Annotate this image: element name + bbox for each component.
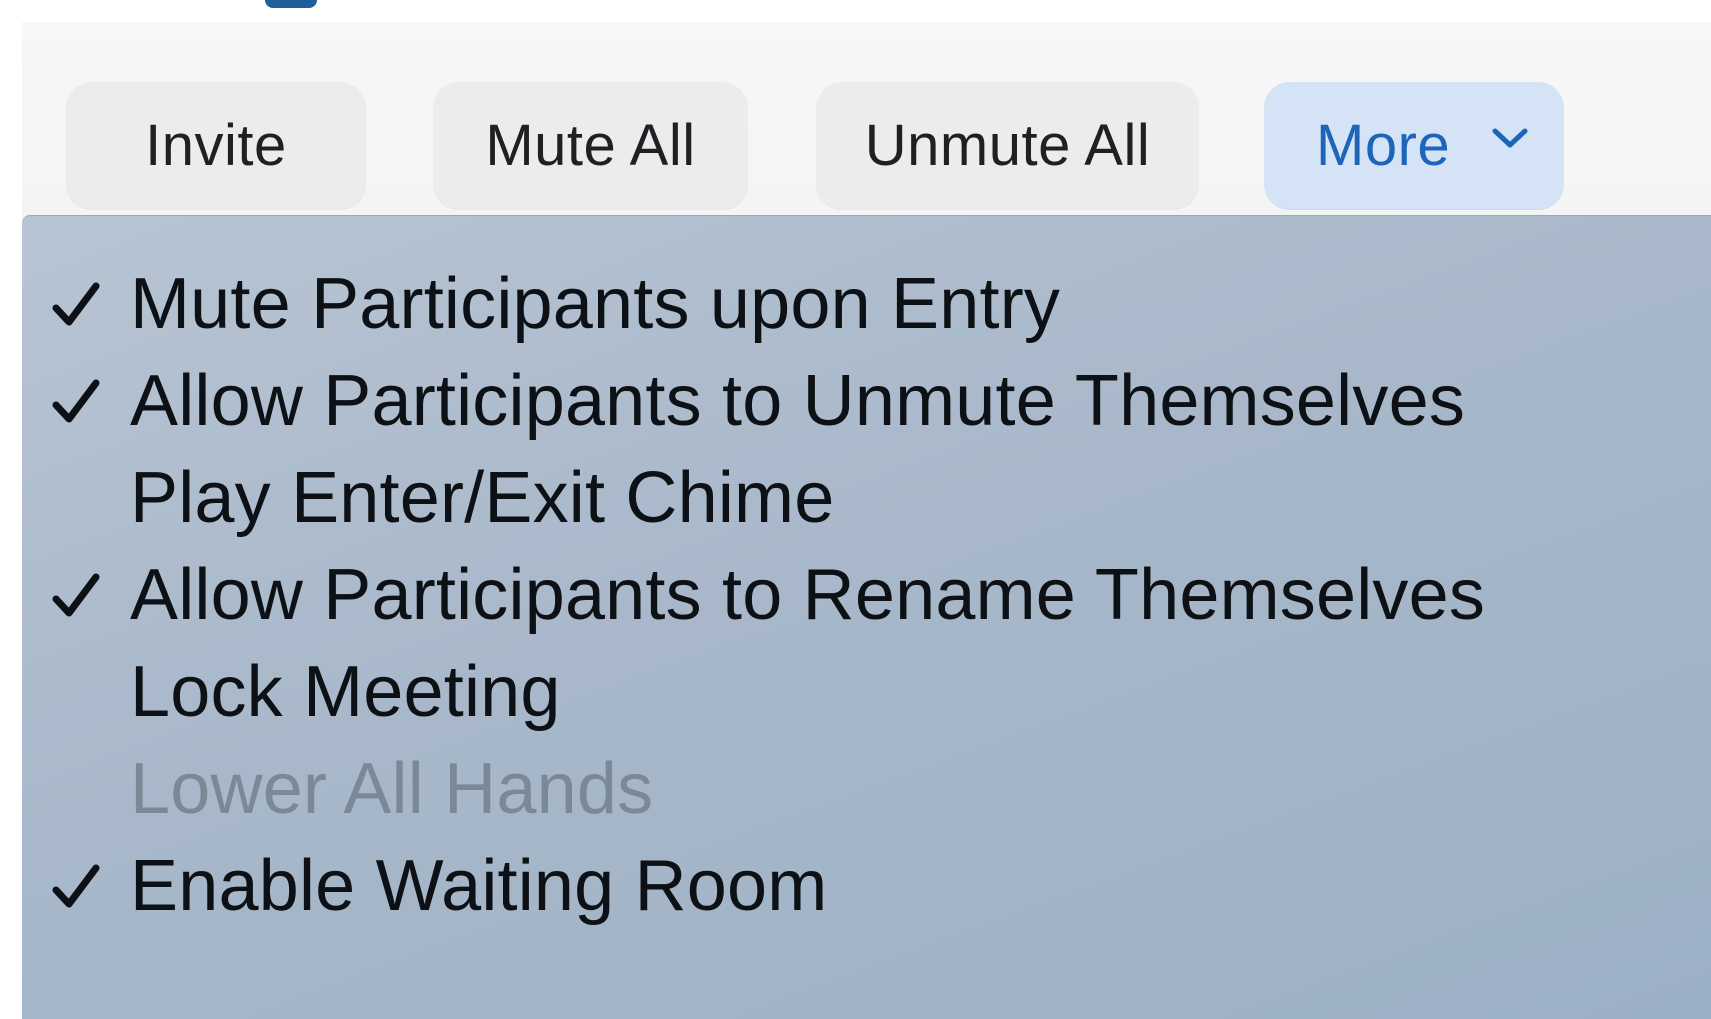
participants-panel: Invite Mute All Unmute All More Mute Par… xyxy=(22,22,1711,1019)
invite-button[interactable]: Invite xyxy=(66,82,366,210)
menu-item-label: Enable Waiting Room xyxy=(130,846,828,926)
menu-item-waiting-room[interactable]: Enable Waiting Room xyxy=(22,838,1622,935)
menu-item-lock-meeting[interactable]: Lock Meeting xyxy=(22,644,1622,741)
menu-item-mute-upon-entry[interactable]: Mute Participants upon Entry xyxy=(22,256,1622,353)
menu-item-label: Allow Participants to Unmute Themselves xyxy=(130,361,1466,441)
more-button-label: More xyxy=(1316,113,1451,178)
menu-item-allow-rename[interactable]: Allow Participants to Rename Themselves xyxy=(22,547,1622,644)
unmute-all-button[interactable]: Unmute All xyxy=(816,82,1199,210)
menu-item-lower-all-hands: Lower All Hands xyxy=(22,741,1622,838)
checkmark-icon xyxy=(52,379,100,423)
chevron-down-icon xyxy=(1492,128,1528,148)
menu-item-play-chime[interactable]: Play Enter/Exit Chime xyxy=(22,450,1622,547)
menu-item-label: Lock Meeting xyxy=(130,652,561,732)
menu-item-allow-unmute[interactable]: Allow Participants to Unmute Themselves xyxy=(22,353,1622,450)
menu-item-label: Play Enter/Exit Chime xyxy=(130,458,835,538)
menu-item-label: Lower All Hands xyxy=(130,749,654,829)
more-button[interactable]: More xyxy=(1264,82,1564,210)
mute-all-button[interactable]: Mute All xyxy=(433,82,748,210)
menu-item-label: Allow Participants to Rename Themselves xyxy=(130,555,1486,635)
more-dropdown-menu: Mute Participants upon Entry Allow Parti… xyxy=(22,215,1711,1019)
participants-toolbar: Invite Mute All Unmute All More xyxy=(22,22,1711,237)
checkmark-icon xyxy=(52,573,100,617)
checkmark-icon xyxy=(52,864,100,908)
checkmark-icon xyxy=(52,282,100,326)
partial-glyph xyxy=(265,0,317,8)
menu-item-label: Mute Participants upon Entry xyxy=(130,264,1061,344)
